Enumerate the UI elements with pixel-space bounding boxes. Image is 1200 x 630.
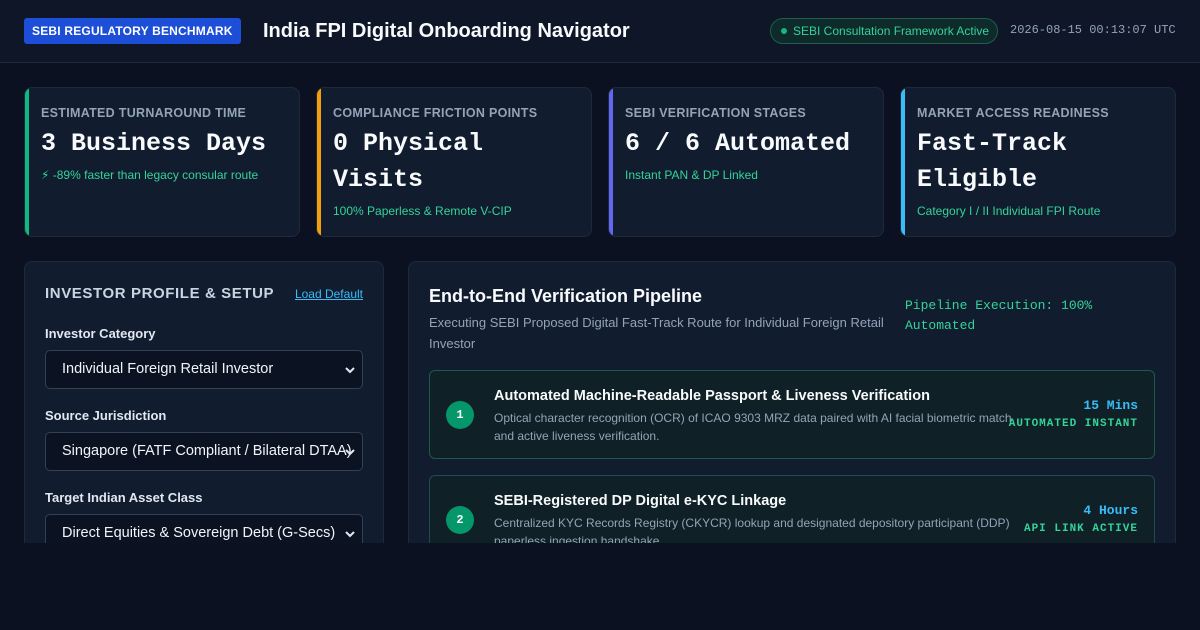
step-title: Automated Machine-Readable Passport & Li… — [494, 388, 930, 404]
step-number: 2 — [446, 506, 474, 534]
framework-status-text: SEBI Consultation Framework Active — [793, 24, 990, 38]
source-jurisdiction-select[interactable]: Singapore (FATF Compliant / Bilateral DT… — [45, 432, 363, 471]
kpi-subtext: ⚡ -89% faster than legacy consular route — [41, 168, 259, 182]
kpi-value: 0 Physical Visits — [333, 129, 484, 194]
step-duration: 15 Mins — [1083, 398, 1138, 413]
kpi-subtext: Category I / II Individual FPI Route — [917, 204, 1101, 218]
step-duration: 4 Hours — [1083, 503, 1138, 518]
source-jurisdiction-field: Source Jurisdiction Singapore (FATF Comp… — [45, 408, 363, 471]
kpi-card-turnaround: Estimated Turnaround Time 3 Business Day… — [24, 87, 300, 237]
regulatory-badge: SEBI REGULATORY BENCHMARK — [24, 18, 241, 44]
chevron-down-icon — [345, 531, 355, 538]
kpi-value: Fast-Track Eligible — [917, 129, 1068, 194]
verification-pipeline-panel: End-to-End Verification Pipeline Executi… — [408, 261, 1176, 561]
investor-category-field: Investor Category Individual Foreign Ret… — [45, 326, 363, 389]
select-value: Individual Foreign Retail Investor — [62, 361, 274, 377]
kpi-card-market-readiness: Market Access Readiness Fast-Track Eligi… — [900, 87, 1176, 237]
select-value: Singapore (FATF Compliant / Bilateral DT… — [62, 443, 352, 459]
kpi-label: Estimated Turnaround Time — [41, 106, 247, 120]
viewport-fold — [0, 543, 1200, 630]
framework-status-pill: SEBI Consultation Framework Active — [770, 18, 998, 44]
timestamp: 2026-08-15 00:13:07 UTC — [1010, 23, 1176, 37]
kpi-value: 3 Business Days — [41, 129, 267, 158]
kpi-subtext: Instant PAN & DP Linked — [625, 168, 758, 182]
kpi-label: SEBI Verification Stages — [625, 106, 807, 120]
pipeline-execution-status: Pipeline Execution: 100% Automated — [905, 298, 1093, 333]
kpi-label: Market Access Readiness — [917, 106, 1109, 120]
investor-profile-panel: INVESTOR PROFILE & SETUP Load Default In… — [24, 261, 384, 561]
load-default-link[interactable]: Load Default — [295, 286, 363, 302]
target-asset-class-label: Target Indian Asset Class — [45, 490, 203, 505]
kpi-card-friction: Compliance Friction Points 0 Physical Vi… — [316, 87, 592, 237]
step-title: SEBI-Registered DP Digital e-KYC Linkage — [494, 493, 787, 509]
step-status: API LINK ACTIVE — [1023, 523, 1138, 535]
step-number: 1 — [446, 401, 474, 429]
pipeline-subtitle: Executing SEBI Proposed Digital Fast-Tra… — [429, 315, 884, 351]
pipeline-step[interactable]: 1 Automated Machine-Readable Passport & … — [429, 370, 1155, 459]
step-description: Optical character recognition (OCR) of I… — [494, 411, 1012, 443]
status-dot-icon — [781, 28, 787, 34]
chevron-down-icon — [345, 449, 355, 456]
source-jurisdiction-label: Source Jurisdiction — [45, 408, 167, 423]
investor-category-label: Investor Category — [45, 326, 156, 341]
kpi-card-verification-stages: SEBI Verification Stages 6 / 6 Automated… — [608, 87, 884, 237]
select-value: Direct Equities & Sovereign Debt (G-Secs… — [62, 525, 336, 541]
kpi-subtext: 100% Paperless & Remote V-CIP — [333, 204, 512, 218]
chevron-down-icon — [345, 367, 355, 374]
step-status: AUTOMATED INSTANT — [1008, 418, 1138, 430]
kpi-value: 6 / 6 Automated — [625, 129, 851, 158]
kpi-label: Compliance Friction Points — [333, 106, 538, 120]
investor-category-select[interactable]: Individual Foreign Retail Investor — [45, 350, 363, 389]
app-title: India FPI Digital Onboarding Navigator — [263, 20, 630, 42]
top-header: SEBI REGULATORY BENCHMARK India FPI Digi… — [0, 0, 1200, 63]
